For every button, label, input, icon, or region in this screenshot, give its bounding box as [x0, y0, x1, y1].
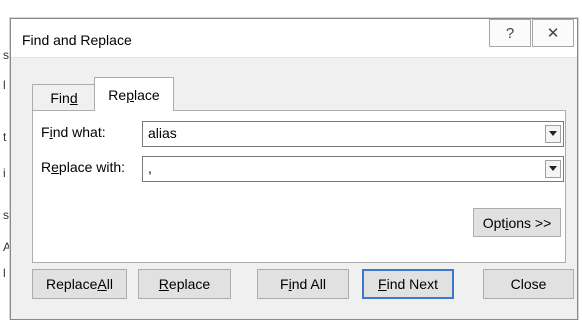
tab-replace-label-rest: lace	[134, 86, 160, 103]
find-what-dropdown-button[interactable]	[545, 125, 561, 143]
tab-replace-accesskey: p	[126, 86, 134, 103]
find-replace-dialog: Find and Replace ? ✕ Fin d Re p lace Find w…	[10, 18, 578, 320]
help-icon: ?	[505, 24, 515, 42]
find-all-button[interactable]: Fi nd All	[257, 269, 349, 299]
options-button[interactable]: Opt i ons >>	[473, 208, 561, 237]
dialog-titlebar[interactable]: Find and Replace ? ✕	[11, 19, 577, 58]
edge-char: t	[3, 130, 7, 144]
help-button[interactable]: ?	[489, 19, 531, 47]
replace-all-button[interactable]: Replace All	[32, 269, 127, 299]
replace-button[interactable]: Replace	[138, 269, 231, 299]
edge-char: l	[3, 78, 6, 92]
tab-replace-label: Re	[108, 86, 127, 103]
tab-bar: Fin d Re p lace	[32, 77, 252, 111]
edge-char: s	[3, 48, 9, 62]
tab-find-label: Fin	[50, 90, 70, 106]
tab-replace[interactable]: Re p lace	[94, 77, 174, 111]
replace-tab-panel: Find what: alias Replace with: , Opt i ons…	[32, 110, 566, 263]
edge-char: l	[3, 266, 6, 280]
close-button[interactable]: Close	[483, 269, 574, 299]
dialog-title: Find and Replace	[22, 32, 132, 48]
edge-char: s	[3, 208, 9, 222]
tab-find-accesskey: d	[69, 90, 78, 106]
replace-with-label: Replace with:	[41, 159, 126, 175]
tab-find[interactable]: Fin d	[32, 84, 96, 111]
find-what-value: alias	[148, 125, 177, 141]
find-what-label: Find what:	[41, 124, 106, 140]
replace-with-value: ,	[148, 160, 152, 176]
replace-with-dropdown-button[interactable]	[545, 160, 561, 178]
find-next-button[interactable]: Find Next	[362, 269, 454, 299]
close-icon: ✕	[546, 25, 560, 42]
edge-char: i	[3, 166, 6, 180]
close-window-button[interactable]: ✕	[532, 19, 574, 47]
replace-with-input[interactable]: ,	[142, 156, 564, 182]
find-what-input[interactable]: alias	[142, 121, 564, 147]
